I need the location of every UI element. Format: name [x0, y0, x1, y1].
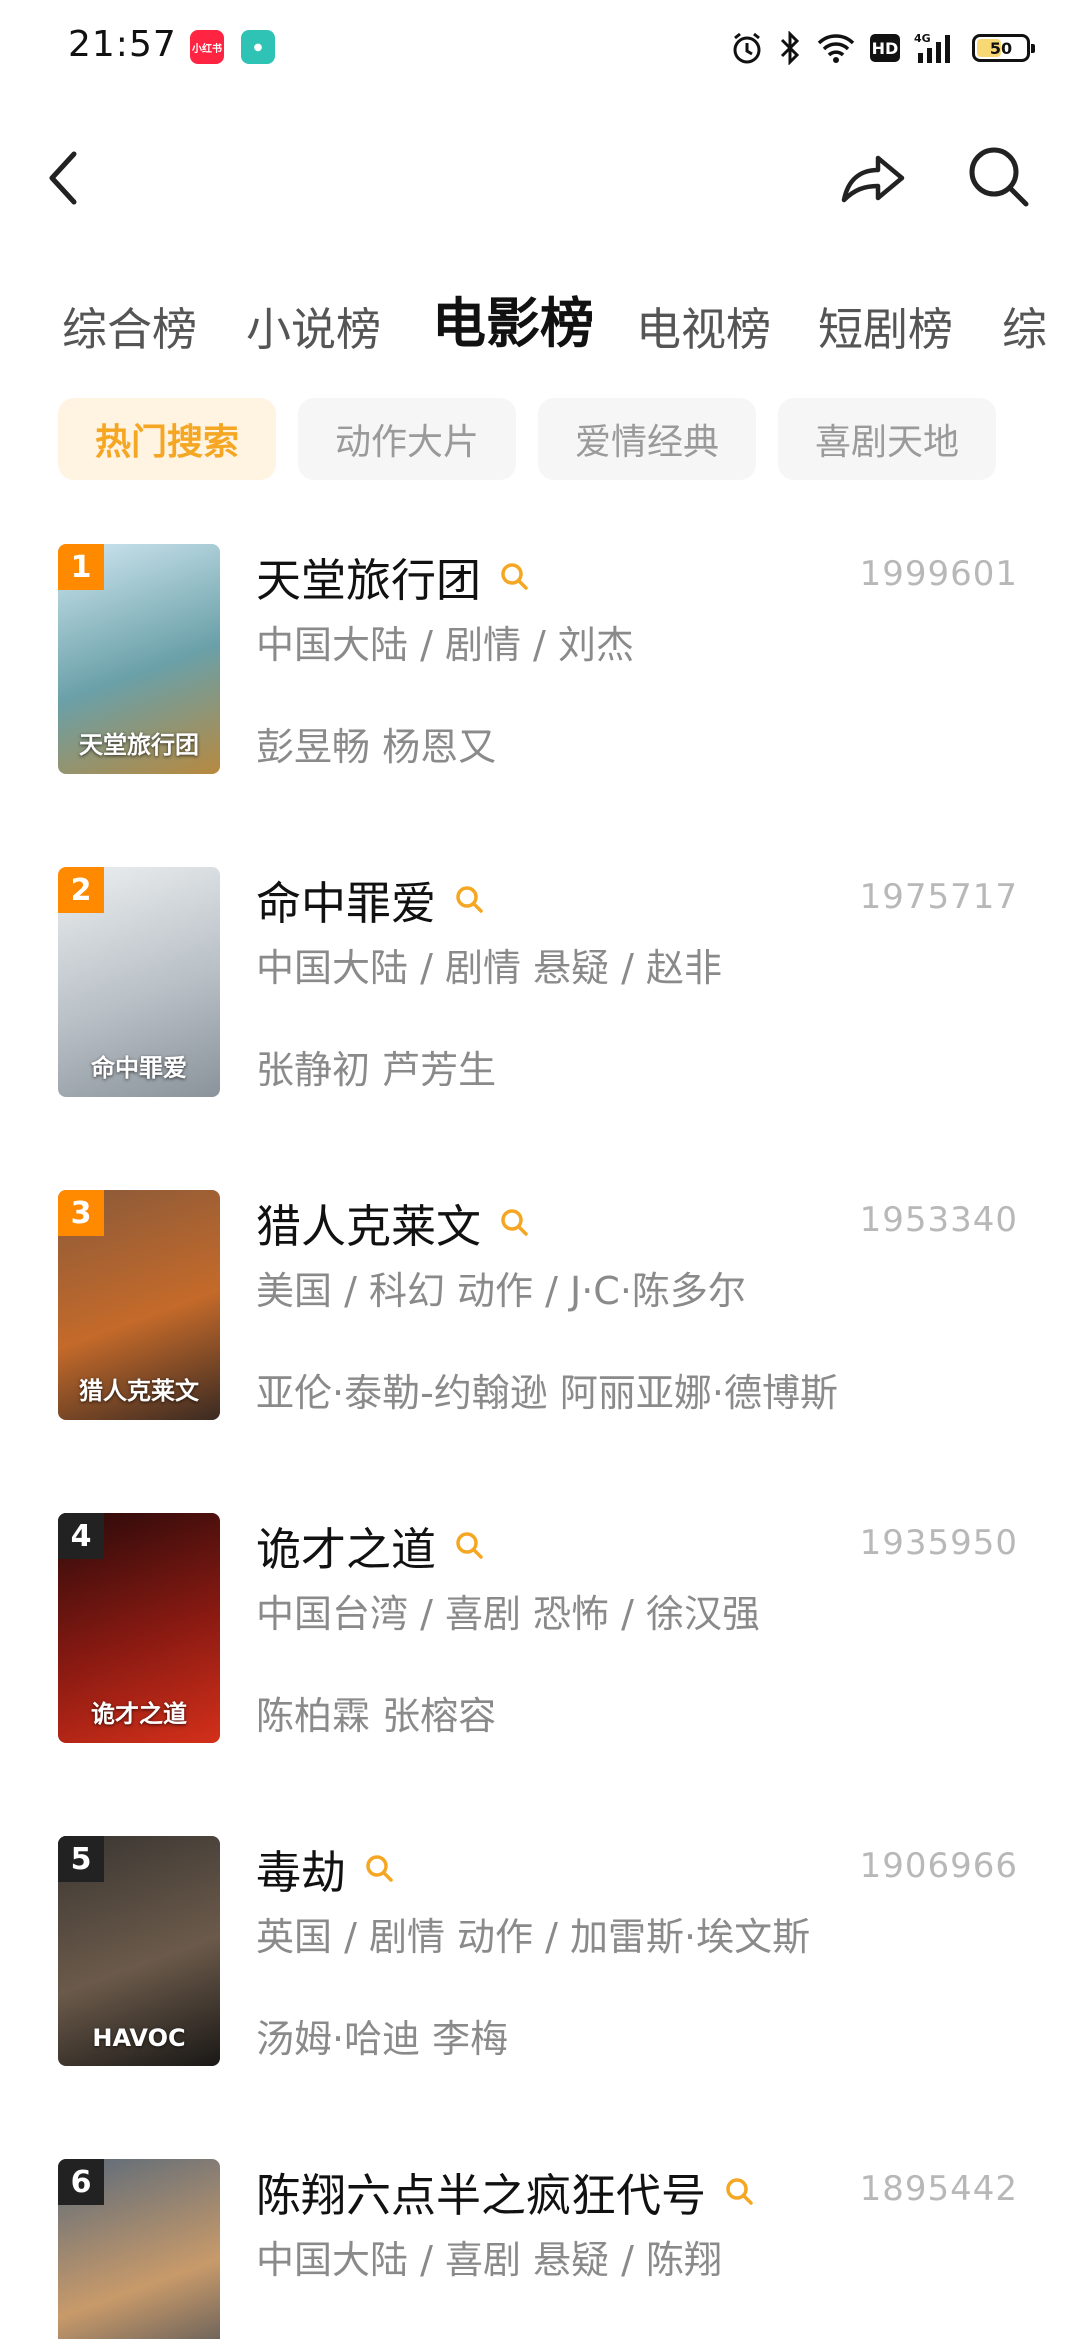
xiaohongshu-app-icon: 小红书 [190, 30, 224, 64]
hd-badge: HD [870, 34, 900, 62]
title-row: 猎人克莱文 [256, 1190, 529, 1254]
movie-title: 陈翔六点半之疯狂代号 [256, 2168, 707, 2222]
search-hint-icon[interactable] [499, 561, 529, 591]
tab-电视榜[interactable]: 电视榜 [636, 290, 771, 370]
title-row: 陈翔六点半之疯狂代号 [256, 2159, 754, 2223]
title-row: 天堂旅行团 [256, 544, 529, 608]
movie-cast: 汤姆·哈迪 李梅 [256, 2017, 509, 2061]
movie-title: 毒劫 [256, 1845, 347, 1899]
title-row: 毒劫 [256, 1836, 394, 1900]
chevron-left-icon [49, 151, 77, 205]
tab-电影榜[interactable]: 电影榜 [432, 290, 594, 364]
movie-title: 诡才之道 [256, 1522, 437, 1576]
movie-meta: 中国台湾 / 喜剧 恐怖 / 徐汉强 [256, 1592, 761, 1636]
back-button[interactable] [40, 146, 90, 210]
svg-text:4G: 4G [914, 32, 931, 45]
hot-score: 1895442 [859, 2169, 1018, 2209]
hot-score: 1975717 [859, 877, 1018, 917]
rank-badge: 3 [58, 1190, 104, 1236]
rank-badge: 1 [58, 544, 104, 590]
status-time: 21:57 [68, 24, 177, 65]
search-hint-icon[interactable] [454, 1530, 484, 1560]
movie-meta: 中国大陆 / 剧情 / 刘杰 [256, 623, 634, 667]
rank-badge: 4 [58, 1513, 104, 1559]
search-hint-icon[interactable] [454, 884, 484, 914]
poster-title-art: HAVOC [92, 2024, 186, 2052]
movie-list-item[interactable]: 6 陈翔六点半之疯狂代号 1895442 中国大陆 / 喜剧 悬疑 / 陈翔 [0, 2155, 1080, 2339]
movie-list-item[interactable]: 命中罪爱 2 命中罪爱 1975717 中国大陆 / 剧情 悬疑 / 赵非 张静初 芦芳生 [0, 863, 1080, 1099]
movie-meta: 英国 / 剧情 动作 / 加雷斯·埃文斯 [256, 1915, 811, 1959]
cellular-signal-icon: 4G [914, 32, 950, 63]
wifi-icon [817, 34, 855, 63]
poster-title-art: 天堂旅行团 [79, 731, 199, 759]
hot-score: 1906966 [859, 1846, 1018, 1886]
share-button[interactable] [838, 146, 908, 210]
movie-title: 命中罪爱 [256, 876, 437, 930]
movie-poster[interactable]: 诡才之道 4 [58, 1513, 220, 1743]
poster-title-art: 诡才之道 [91, 1700, 187, 1728]
search-hint-icon[interactable] [724, 2176, 754, 2206]
movie-poster[interactable]: 6 [58, 2159, 220, 2339]
title-row: 诡才之道 [256, 1513, 484, 1577]
movie-meta: 中国大陆 / 喜剧 悬疑 / 陈翔 [256, 2238, 723, 2282]
rank-badge: 2 [58, 867, 104, 913]
movie-title: 猎人克莱文 [256, 1199, 482, 1253]
tab-综艺榜-partial[interactable]: 综 [1002, 290, 1047, 370]
rank-badge: 6 [58, 2159, 104, 2205]
share-arrow-icon [841, 155, 905, 203]
movie-poster[interactable]: 猎人克莱文 3 [58, 1190, 220, 1420]
battery-icon: 50 [972, 34, 1035, 62]
search-hint-icon[interactable] [364, 1853, 394, 1883]
chip-action[interactable]: 动作大片 [298, 398, 516, 480]
search-button[interactable] [966, 144, 1032, 210]
status-icons: HD 4G 50 [730, 28, 1035, 68]
chip-hot-search[interactable]: 热门搜索 [58, 398, 276, 480]
search-hint-icon[interactable] [499, 1207, 529, 1237]
tab-短剧榜[interactable]: 短剧榜 [818, 290, 953, 370]
movie-list-item[interactable]: 猎人克莱文 3 猎人克莱文 1953340 美国 / 科幻 动作 / J·C·陈多尔亚伦… [0, 1186, 1080, 1422]
hot-score: 1999601 [859, 554, 1018, 594]
poster-title-art: 命中罪爱 [91, 1054, 187, 1082]
movie-poster[interactable]: HAVOC 5 [58, 1836, 220, 2066]
movie-cast: 陈柏霖 张榕容 [256, 1694, 497, 1738]
chat-app-icon: ● [241, 30, 275, 64]
bluetooth-icon [780, 31, 800, 65]
hot-score: 1935950 [859, 1523, 1018, 1563]
movie-cast: 彭昱畅 杨恩又 [256, 725, 497, 769]
movie-meta: 中国大陆 / 剧情 悬疑 / 赵非 [256, 946, 723, 990]
movie-list-item[interactable]: 天堂旅行团 1 天堂旅行团 1999601 中国大陆 / 剧情 / 刘杰 彭昱畅 杨恩又 [0, 540, 1080, 776]
movie-cast: 亚伦·泰勒-约翰逊 阿丽亚娜·德博斯 [256, 1371, 838, 1415]
hot-score: 1953340 [859, 1200, 1018, 1240]
movie-cast: 张静初 芦芳生 [256, 1048, 497, 1092]
tab-综合榜[interactable]: 综合榜 [62, 290, 197, 370]
movie-list-item[interactable]: HAVOC 5 毒劫 1906966 英国 / 剧情 动作 / 加雷斯·埃文斯 汤姆·哈迪… [0, 1832, 1080, 2068]
chip-comedy[interactable]: 喜剧天地 [778, 398, 996, 480]
search-icon [969, 147, 1029, 207]
category-tabs: 综合榜 小说榜 电影榜 电视榜 短剧榜 综 [0, 290, 1080, 370]
title-row: 命中罪爱 [256, 867, 484, 931]
rank-badge: 5 [58, 1836, 104, 1882]
alarm-icon [733, 32, 761, 64]
movie-meta: 美国 / 科幻 动作 / J·C·陈多尔 [256, 1269, 746, 1313]
movie-poster[interactable]: 天堂旅行团 1 [58, 544, 220, 774]
chip-romance[interactable]: 爱情经典 [538, 398, 756, 480]
movie-poster[interactable]: 命中罪爱 2 [58, 867, 220, 1097]
status-bar: 21:57 小红书 ● HD 4G 50 [0, 0, 1080, 96]
poster-title-art: 猎人克莱文 [79, 1377, 199, 1405]
battery-level: 50 [989, 38, 1013, 58]
movie-list-item[interactable]: 诡才之道 4 诡才之道 1935950 中国台湾 / 喜剧 恐怖 / 徐汉强 陈柏霖 张榕… [0, 1509, 1080, 1745]
movie-title: 天堂旅行团 [256, 553, 482, 607]
tab-小说榜[interactable]: 小说榜 [246, 290, 381, 370]
